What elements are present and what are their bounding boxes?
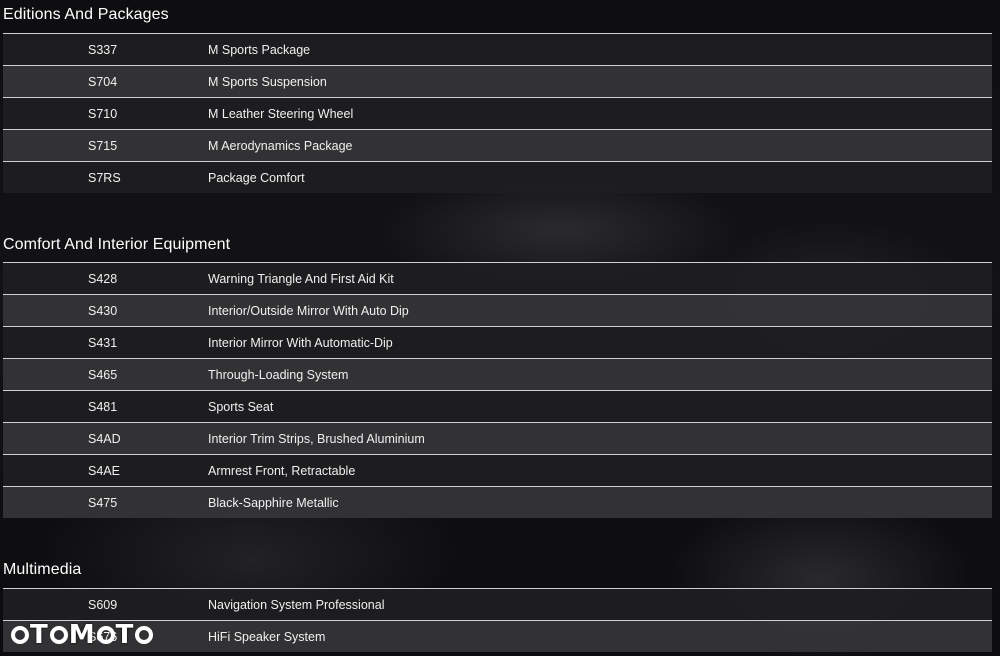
table-row: S4AD Interior Trim Strips, Brushed Alumi… [3,422,992,454]
option-description: M Leather Steering Wheel [208,106,354,121]
option-code: S4AE [88,463,120,478]
option-code: S337 [88,42,118,57]
table-row: S609 Navigation System Professional [3,588,992,620]
option-description: Package Comfort [208,170,305,185]
option-code: S430 [88,303,118,318]
table-row: S481 Sports Seat [3,390,992,422]
option-code: S475 [88,495,118,510]
table-row: S704 M Sports Suspension [3,65,992,97]
logo-ring-icon [135,626,154,644]
option-code: S431 [88,335,118,350]
option-description: Armrest Front, Retractable [208,463,356,478]
otomoto-watermark-logo: TMT [10,620,154,650]
option-description: Warning Triangle And First Aid Kit [208,271,394,286]
option-description: Through-Loading System [208,367,349,382]
section-title-editions: Editions And Packages [3,6,169,23]
table-row: S4AE Armrest Front, Retractable [3,454,992,486]
table-editions: S337 M Sports Package S704 M Sports Susp… [3,33,992,193]
table-row: S431 Interior Mirror With Automatic-Dip [3,326,992,358]
option-description: Sports Seat [208,399,274,414]
logo-ring-icon [49,626,68,644]
option-description: M Sports Package [208,42,311,57]
table-row: S715 M Aerodynamics Package [3,129,992,161]
option-description: Interior Mirror With Automatic-Dip [208,335,393,350]
logo-ring-icon [11,626,29,644]
table-row: S710 M Leather Steering Wheel [3,97,992,129]
option-code: S609 [88,597,118,612]
section-title-multimedia: Multimedia [3,561,82,578]
option-description: Interior/Outside Mirror With Auto Dip [208,303,409,318]
option-code: S4AD [88,431,121,446]
table-row: S7RS Package Comfort [3,161,992,193]
table-row: S430 Interior/Outside Mirror With Auto D… [3,294,992,326]
option-description: Interior Trim Strips, Brushed Aluminium [208,431,425,446]
table-row: S337 M Sports Package [3,33,992,65]
option-code: S481 [88,399,118,414]
option-code: S7RS [88,170,121,185]
option-code: S710 [88,106,118,121]
option-code: S715 [88,138,118,153]
option-description: Navigation System Professional [208,597,385,612]
option-code: S465 [88,367,118,382]
option-description: M Aerodynamics Package [208,138,353,153]
table-row: S428 Warning Triangle And First Aid Kit [3,262,992,294]
table-row: S465 Through-Loading System [3,358,992,390]
option-code: S704 [88,74,118,89]
section-title-comfort: Comfort And Interior Equipment [3,236,231,253]
option-description: M Sports Suspension [208,74,327,89]
option-description: HiFi Speaker System [208,629,326,644]
table-comfort: S428 Warning Triangle And First Aid Kit … [3,262,992,518]
logo-ring-icon [96,626,115,644]
table-row: S475 Black-Sapphire Metallic [3,486,992,518]
option-description: Black-Sapphire Metallic [208,495,339,510]
option-code: S428 [88,271,118,286]
